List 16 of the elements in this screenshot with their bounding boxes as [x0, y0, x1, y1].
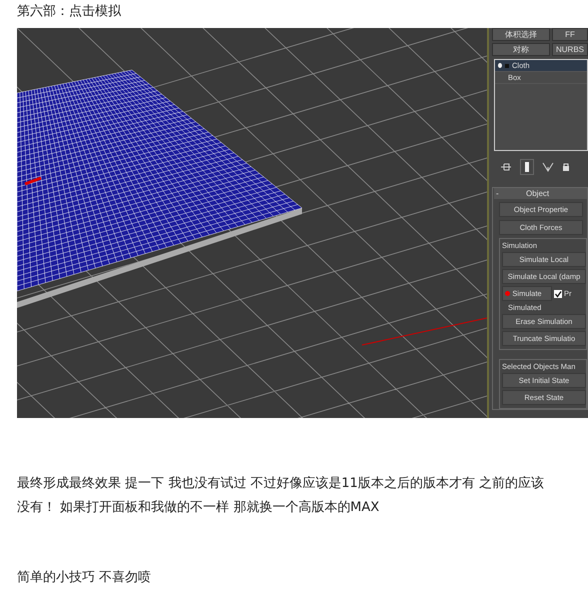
pin-icon[interactable]	[500, 162, 512, 172]
cursor-dot	[505, 291, 510, 296]
fork-icon[interactable]	[542, 162, 554, 172]
lightbulb-icon[interactable]	[498, 63, 502, 68]
lock-icon[interactable]	[562, 162, 570, 172]
modifier-button[interactable]: 体积选择	[492, 28, 550, 41]
end-result-icon[interactable]	[520, 159, 534, 175]
modifier-button[interactable]: NURBS	[552, 43, 588, 56]
checkbox[interactable]	[554, 290, 562, 298]
modifier-button[interactable]: FF	[552, 28, 588, 41]
paragraph: 简单的小技巧 不喜勿喷	[17, 569, 152, 587]
step-heading: 第六部：点击模拟	[16, 3, 122, 21]
square-icon	[505, 64, 509, 68]
rollout-header[interactable]: - Object	[494, 188, 587, 199]
modifier-button[interactable]: 对称	[492, 43, 550, 56]
paragraph: 最终形成最终效果 提一下 我也没有试过 不过好像应该是11版本之后的版本才有 之前的应该没有！ 如果打开面板和我做的不一样 那就换一个高版本的MAX	[17, 475, 546, 517]
